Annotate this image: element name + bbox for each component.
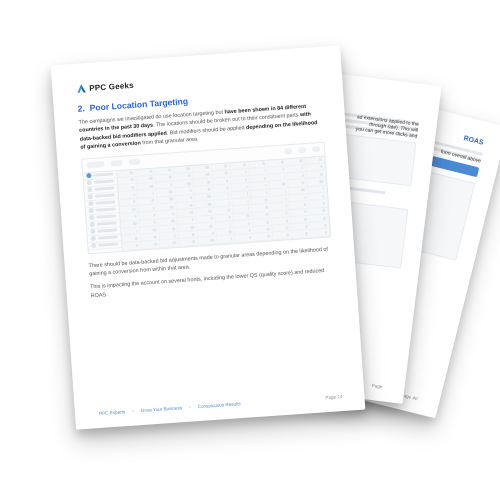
footer-link: Grow Your Business	[141, 405, 183, 413]
page-number: Page 14	[325, 394, 342, 400]
brand-name: PPC Geeks	[89, 80, 134, 92]
footer-link: PPC Experts	[99, 409, 126, 416]
page-number: Page	[372, 383, 383, 389]
page-footer: PPC Experts • Grow Your Business • Consp…	[99, 394, 343, 416]
footer-link: Conspicuous Results	[197, 401, 240, 409]
analytics-screenshot	[81, 141, 331, 254]
footer-links: PPC Experts • Grow Your Business • Consp…	[99, 401, 241, 416]
report-page-front: PPC Geeks 2. Poor Location Targeting The…	[51, 45, 366, 429]
brand-a-icon	[76, 83, 87, 94]
